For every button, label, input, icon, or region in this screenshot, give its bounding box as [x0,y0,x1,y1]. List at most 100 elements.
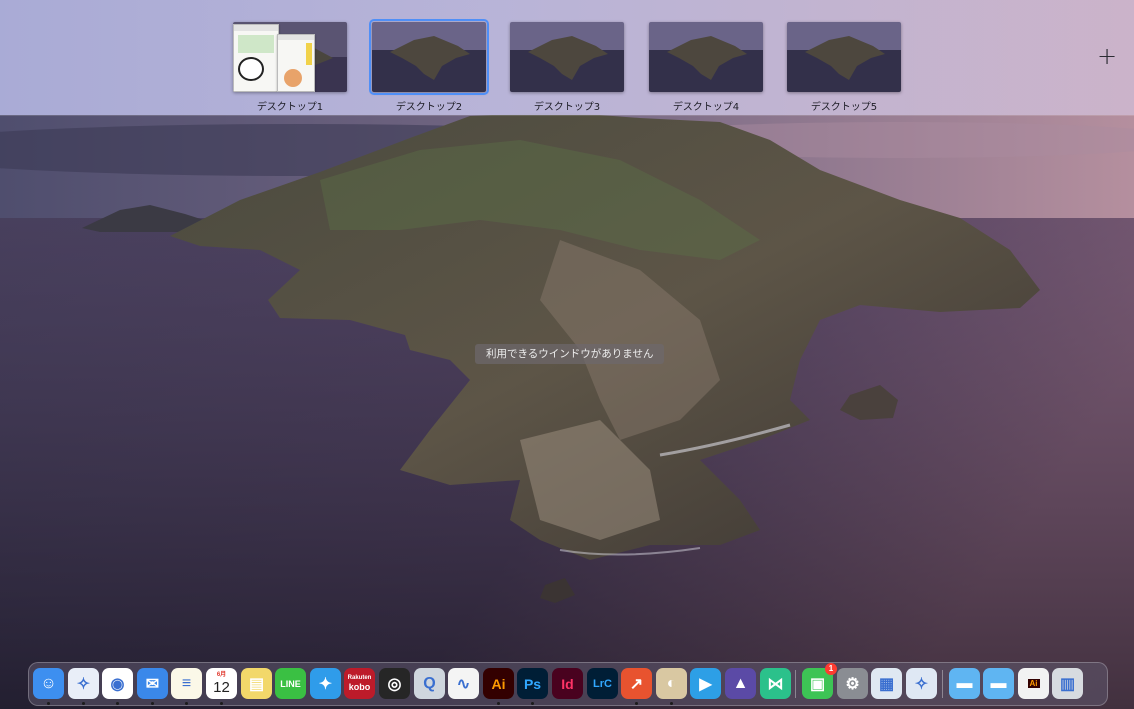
no-windows-message: 利用できるウインドウがありません [475,344,665,364]
dock-item-folder-applications[interactable]: ▬ [949,668,980,699]
dock-item-label: 12 [213,678,230,696]
gear-icon: ⚙ [845,675,860,693]
dock-item-obs[interactable]: ◎ [379,668,410,699]
dock-item-safari[interactable]: ✧ [68,668,99,705]
dock-item-indesign[interactable]: Id [552,668,583,699]
running-indicator [185,702,188,705]
dock-item-clip-studio[interactable]: ∿ [448,668,479,699]
space-label: デスクトップ1 [256,102,324,113]
mission-control-spaces-bar: デスクトップ1 デスクトップ2 デスクトップ3 デスクトップ4 デスクトップ5 … [0,0,1134,115]
space-desktop-1[interactable]: デスクトップ1 [233,22,347,113]
preview-icon: ▦ [878,675,895,693]
space-thumbnail[interactable] [369,19,489,95]
code-icon: ⋈ [767,675,784,693]
dock-item-label: Ai [1027,679,1040,688]
wallpaper-thumbnail [787,22,901,92]
photoshop-icon: Ps [517,668,548,699]
dock-item-notes[interactable]: ≡ [171,668,202,705]
dock-item-subtext: Rakuten [347,675,372,681]
dock-item-kobo[interactable]: Rakuten kobo [344,668,375,699]
dock-item-video-player[interactable]: ▶ [690,668,721,699]
dock-item-label: Ai [491,675,506,692]
running-indicator [151,702,154,705]
dock-item-facetime[interactable]: ▣ 1 [802,663,837,699]
space-label: デスクトップ2 [395,102,463,113]
dock-item-finder[interactable]: ☺ [33,668,64,705]
safari-icon: ✧ [914,675,929,693]
dock-item-folder-downloads[interactable]: ▬ [983,668,1014,699]
space-desktop-3[interactable]: デスクトップ3 [510,22,624,113]
line-icon: LINE [275,668,306,699]
dock-item-photoshop[interactable]: Ps [517,668,548,705]
dock-item-podcast-mic[interactable]: ◐ [656,668,687,705]
dock-item-system-preferences[interactable]: ⚙ [837,668,868,699]
window-thumbnail [277,34,315,92]
running-indicator [531,702,534,705]
dock-item-lightroom-classic[interactable]: LrC [587,668,618,699]
calendar-icon: 6月 12 [206,668,237,699]
space-desktop-2[interactable]: デスクトップ2 [369,19,489,113]
dock-separator [942,670,943,698]
dock-item-quicktime[interactable]: Q [414,668,445,699]
rocket-icon: ▲ [732,674,749,692]
safari-icon: ✧ [76,675,91,693]
space-thumbnail[interactable] [787,22,901,92]
microphone-icon: ◐ [666,674,677,692]
dock-item-twitter[interactable]: ✦ [310,668,341,699]
space-label: デスクトップ5 [810,102,878,113]
trash-icon: ▥ [1059,675,1076,693]
dock-item-line[interactable]: LINE [275,668,306,699]
folder-icon: ▬ [956,674,973,692]
play-icon: ▶ [699,675,712,693]
running-indicator [670,702,673,705]
dock-item-mail[interactable]: ✉ [137,668,168,705]
dock-item-preview[interactable]: ▦ [871,668,902,699]
dock-item-label: Id [561,675,574,692]
dock-item-code-app[interactable]: ⋈ [760,668,791,699]
space-thumbnail[interactable] [649,22,763,92]
dock: ☺ ✧ ◉ ✉ ≡ 6月 12 ▤ LINE ✦ Rakuten kobo ◎ Q ∿ Ai Ps Id LrC ↗ ◐… [28,662,1108,706]
space-thumbnail[interactable] [510,22,624,92]
dock-item-rocket-app[interactable]: ▲ [725,668,756,699]
wallpaper-thumbnail [372,22,486,92]
notes-icon: ≡ [181,674,192,692]
space-label: デスクトップ3 [533,102,601,113]
running-indicator [82,702,85,705]
dock-item-stocks-app[interactable]: ↗ [621,668,652,705]
dock-item-safari-webapp[interactable]: ✧ [906,668,937,699]
illustrator-icon: Ai [483,668,514,699]
clip-studio-icon: ∿ [456,675,471,693]
kobo-icon: Rakuten kobo [344,668,375,699]
dock-item-file-ai[interactable]: Ai [1018,668,1049,699]
finder-icon: ☺ [40,674,57,692]
wallpaper-thumbnail [510,22,624,92]
mail-icon: ✉ [145,675,160,693]
obs-icon: ◎ [387,675,402,693]
dock-item-label: LINE [280,678,301,689]
dock-separator [795,670,796,698]
running-indicator [635,702,638,705]
space-desktop-5[interactable]: デスクトップ5 [787,22,901,113]
notification-badge: 1 [825,663,837,675]
space-desktop-4[interactable]: デスクトップ4 [649,22,763,113]
wallpaper-thumbnail [649,22,763,92]
dock-item-trash[interactable]: ▥ [1052,668,1083,699]
running-indicator [497,702,500,705]
window-thumbnail [233,24,279,92]
dock-item-chrome[interactable]: ◉ [102,668,133,705]
dock-item-stickies[interactable]: ▤ [241,668,272,699]
document-icon: Ai [1018,668,1049,699]
running-indicator [47,702,50,705]
dock-item-calendar[interactable]: 6月 12 [206,668,237,705]
chrome-icon: ◉ [110,675,125,693]
space-label: デスクトップ4 [672,102,740,113]
folder-icon: ▬ [990,674,1007,692]
space-thumbnail[interactable] [233,22,347,92]
dock-item-illustrator[interactable]: Ai [483,668,514,705]
dock-item-subtext: 6月 [216,671,227,678]
add-space-button[interactable]: + [1096,44,1118,68]
dock-item-label: kobo [348,682,371,692]
running-indicator [116,702,119,705]
dock-item-label: LrC [593,677,612,690]
twitter-icon: ✦ [318,675,333,693]
